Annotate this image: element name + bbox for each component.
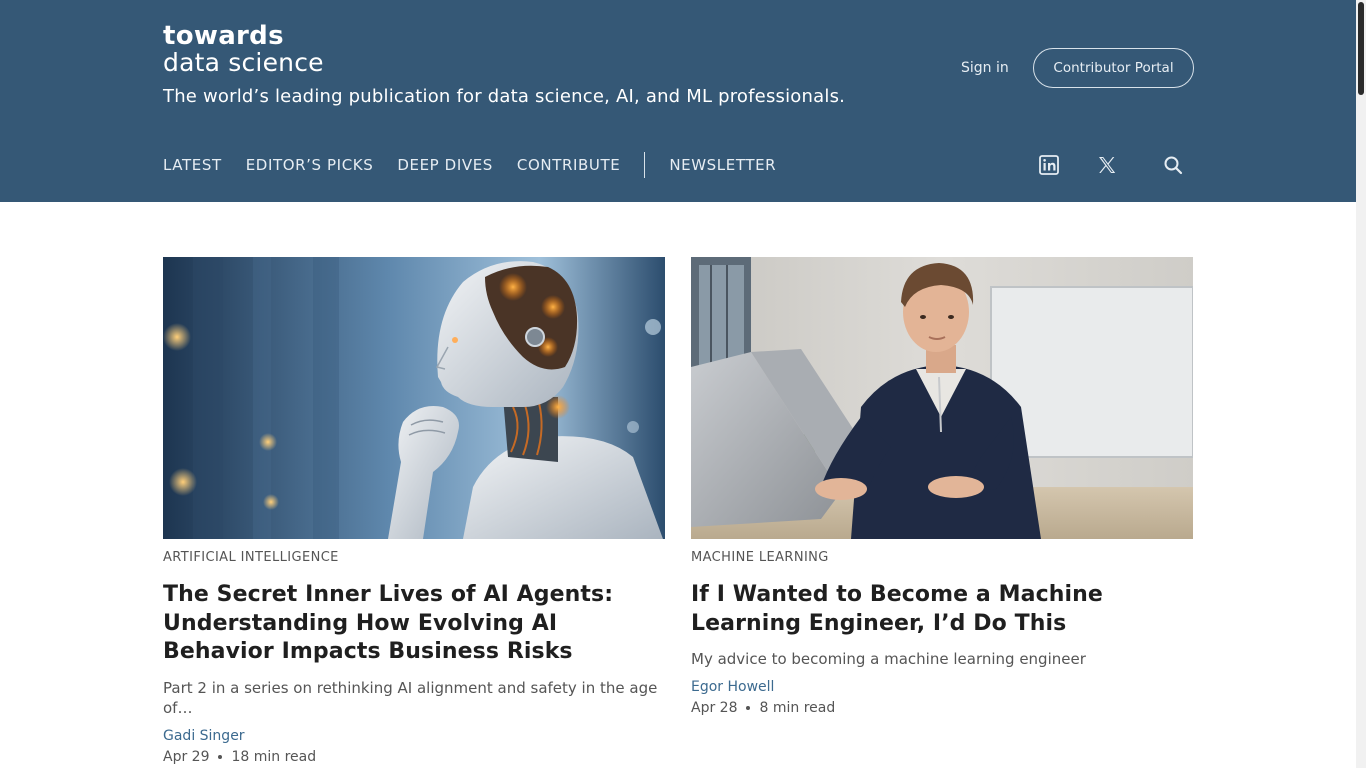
meta-separator-dot bbox=[218, 754, 223, 759]
article-subtitle: Part 2 in a series on rethinking AI alig… bbox=[163, 678, 658, 717]
article-read-time: 18 min read bbox=[231, 748, 317, 765]
nav-contribute[interactable]: CONTRIBUTE bbox=[517, 156, 620, 174]
page-scrollbar-track[interactable] bbox=[1356, 0, 1366, 768]
article-author[interactable]: Egor Howell bbox=[691, 679, 1193, 695]
article-meta: Apr 29 18 min read bbox=[163, 749, 665, 765]
page-scrollbar-thumb[interactable] bbox=[1358, 2, 1364, 95]
article-card-1: ARTIFICIAL INTELLIGENCE The Secret Inner… bbox=[163, 257, 665, 765]
article-category[interactable]: MACHINE LEARNING bbox=[691, 550, 1193, 566]
article-title[interactable]: If I Wanted to Become a Machine Learning… bbox=[691, 581, 1193, 638]
linkedin-icon[interactable] bbox=[1037, 153, 1061, 177]
nav-editors-picks[interactable]: EDITOR’S PICKS bbox=[246, 156, 374, 174]
x-icon[interactable] bbox=[1095, 153, 1119, 177]
article-card-2: MACHINE LEARNING If I Wanted to Become a… bbox=[691, 257, 1193, 716]
main-nav: LATEST EDITOR’S PICKS DEEP DIVES CONTRIB… bbox=[163, 152, 800, 178]
site-tagline: The world’s leading publication for data… bbox=[163, 86, 846, 107]
sign-in-link[interactable]: Sign in bbox=[961, 60, 1009, 76]
logo-line-1: towards bbox=[163, 21, 284, 51]
contributor-portal-button[interactable]: Contributor Portal bbox=[1033, 48, 1194, 88]
article-date: Apr 29 bbox=[163, 748, 210, 765]
search-icon[interactable] bbox=[1161, 153, 1185, 177]
article-date: Apr 28 bbox=[691, 700, 738, 716]
article-title[interactable]: The Secret Inner Lives of AI Agents: Und… bbox=[163, 581, 665, 667]
site-header: towards data science The world’s leading… bbox=[0, 0, 1356, 202]
robot-thinking-image[interactable] bbox=[163, 257, 665, 539]
nav-deep-dives[interactable]: DEEP DIVES bbox=[397, 156, 493, 174]
article-read-time: 8 min read bbox=[759, 700, 836, 716]
article-category[interactable]: ARTIFICIAL INTELLIGENCE bbox=[163, 550, 665, 566]
nav-latest[interactable]: LATEST bbox=[163, 156, 222, 174]
article-meta: Apr 28 8 min read bbox=[691, 700, 1193, 716]
nav-newsletter[interactable]: NEWSLETTER bbox=[669, 156, 776, 174]
article-subtitle: My advice to becoming a machine learning… bbox=[691, 650, 1086, 668]
logo-line-2: data science bbox=[163, 48, 324, 77]
article-author[interactable]: Gadi Singer bbox=[163, 728, 665, 744]
meta-separator-dot bbox=[746, 706, 751, 710]
site-logo[interactable]: towards data science bbox=[163, 22, 324, 76]
man-at-laptop-image[interactable] bbox=[691, 257, 1193, 539]
nav-divider bbox=[644, 152, 646, 178]
